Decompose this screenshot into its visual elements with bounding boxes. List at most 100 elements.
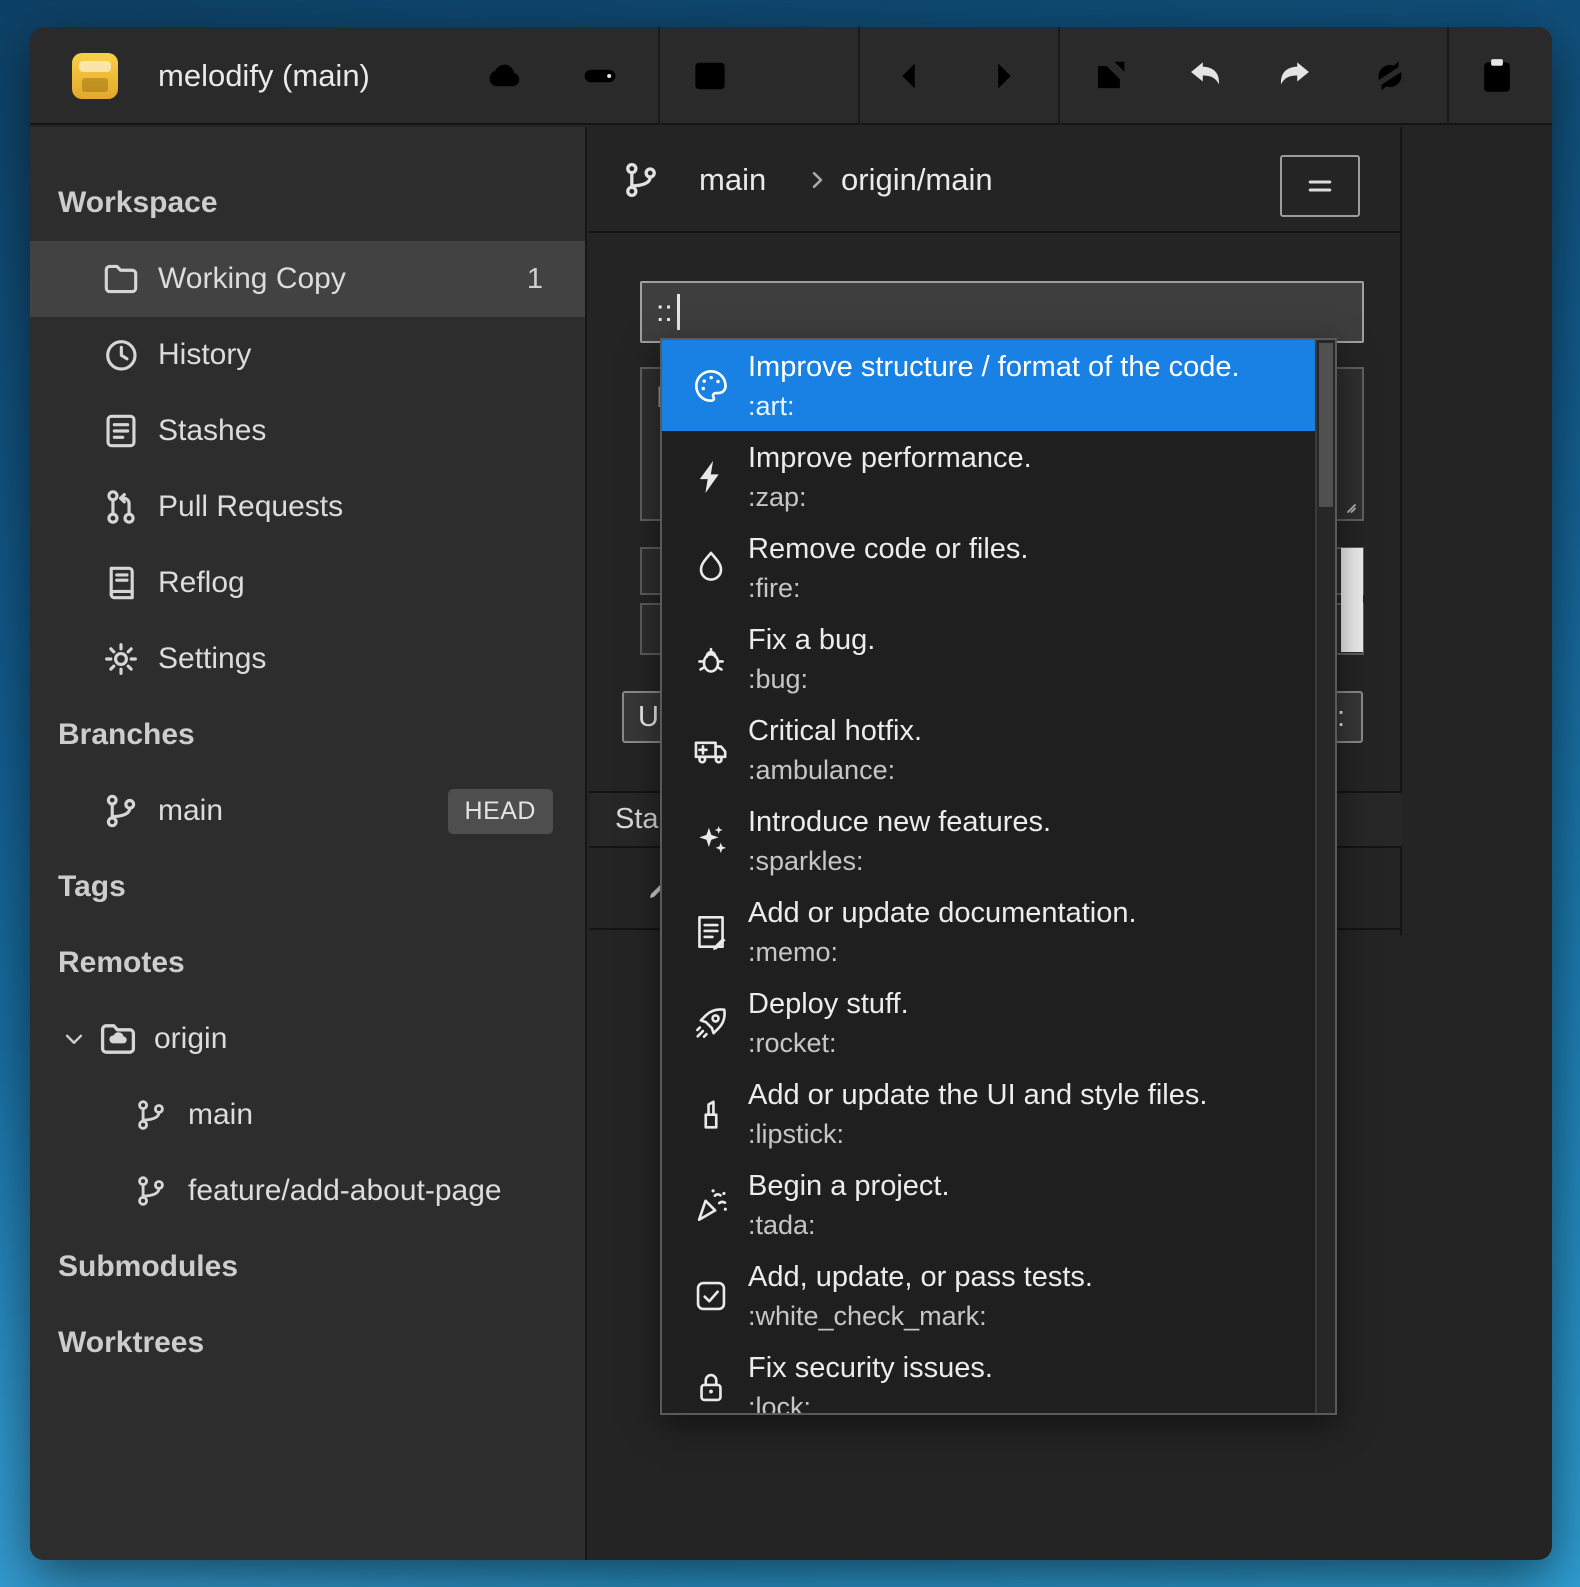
sync-icon[interactable]: [1368, 54, 1412, 98]
gitmoji-autocomplete: Improve structure / format of the code.:…: [660, 338, 1337, 1415]
checkout-icon[interactable]: [688, 54, 732, 98]
stashes-icon: [100, 410, 142, 452]
redo-icon[interactable]: [1273, 54, 1317, 98]
menu-button[interactable]: [1280, 155, 1360, 217]
commit-summary-input[interactable]: ::: [640, 281, 1364, 343]
autocomplete-item-title: Begin a project.: [748, 1166, 950, 1207]
rocket-icon: [690, 1002, 732, 1044]
autocomplete-item-tada[interactable]: Begin a project.:tada:: [662, 1159, 1315, 1250]
sidebar: WorkspaceWorking Copy1HistoryStashesPull…: [30, 127, 587, 1560]
chevron-right-icon: [803, 166, 831, 194]
autocomplete-item-code: :tada:: [748, 1207, 950, 1244]
autocomplete-item-art[interactable]: Improve structure / format of the code.:…: [662, 340, 1315, 431]
breadcrumb-upstream[interactable]: origin/main: [841, 127, 993, 233]
toolbar-separator: [658, 27, 660, 125]
clipboard-icon[interactable]: [1475, 54, 1519, 98]
branch-icon: [132, 1172, 170, 1210]
tada-icon: [690, 1184, 732, 1226]
autocomplete-item-fire[interactable]: Remove code or files.:fire:: [662, 522, 1315, 613]
reflog-icon: [100, 562, 142, 604]
sidebar-item-history[interactable]: History: [30, 317, 585, 393]
sidebar-item-main[interactable]: mainHEAD: [30, 773, 585, 849]
sidebar-item-reflog[interactable]: Reflog: [30, 545, 585, 621]
sidebar-item-pull-requests[interactable]: Pull Requests: [30, 469, 585, 545]
autocomplete-item-rocket[interactable]: Deploy stuff.:rocket:: [662, 977, 1315, 1068]
branch-icon: [100, 790, 142, 832]
lock-icon: [690, 1366, 732, 1408]
autocomplete-item-sparkles[interactable]: Introduce new features.:sparkles:: [662, 795, 1315, 886]
zap-icon: [690, 456, 732, 498]
autocomplete-item-code: :rocket:: [748, 1025, 909, 1062]
titlebar: melodify (main): [30, 27, 1552, 125]
sidebar-item-feature-add-about-page[interactable]: feature/add-about-page: [30, 1153, 585, 1229]
memo-icon: [690, 911, 732, 953]
autocomplete-item-lock[interactable]: Fix security issues.:lock:: [662, 1341, 1315, 1413]
art-icon: [690, 365, 732, 407]
autocomplete-item-lipstick[interactable]: Add or update the UI and style files.:li…: [662, 1068, 1315, 1159]
autocomplete-item-code: :white_check_mark:: [748, 1298, 1093, 1335]
sidebar-item-origin[interactable]: origin: [30, 1001, 585, 1077]
breadcrumb-branch[interactable]: main: [699, 127, 766, 233]
undo-icon[interactable]: [1183, 54, 1227, 98]
chevron-down-icon[interactable]: [58, 1023, 90, 1055]
gear-icon: [100, 638, 142, 680]
autocomplete-item-title: Add or update the UI and style files.: [748, 1075, 1207, 1116]
autocomplete-item-code: :fire:: [748, 570, 1028, 607]
autocomplete-item-title: Improve structure / format of the code.: [748, 347, 1240, 388]
sidebar-section-worktrees: Worktrees: [30, 1305, 585, 1381]
autocomplete-item-title: Add, update, or pass tests.: [748, 1257, 1093, 1298]
autocomplete-item-title: Add or update documentation.: [748, 893, 1137, 934]
autocomplete-scrollbar[interactable]: [1315, 340, 1335, 1413]
sidebar-item-working-copy[interactable]: Working Copy1: [30, 241, 585, 317]
sidebar-item-settings[interactable]: Settings: [30, 621, 585, 697]
autocomplete-item-code: :memo:: [748, 934, 1137, 971]
lipstick-icon: [690, 1093, 732, 1135]
commit-topbar: main origin/main: [589, 127, 1402, 233]
commit-action-label: :: [1337, 701, 1345, 734]
cloud-icon[interactable]: [483, 54, 527, 98]
sidebar-section-remotes: Remotes: [30, 925, 585, 1001]
branch-icon: [132, 1096, 170, 1134]
app-window: melodify (main) WorkspaceWorking Copy1Hi…: [30, 27, 1552, 1560]
unstage-button-label: U: [638, 701, 659, 734]
forward-icon[interactable]: [981, 54, 1025, 98]
autocomplete-item-white_check_mark[interactable]: Add, update, or pass tests.:white_check_…: [662, 1250, 1315, 1341]
autocomplete-item-ambulance[interactable]: Critical hotfix.:ambulance:: [662, 704, 1315, 795]
autocomplete-item-memo[interactable]: Add or update documentation.:memo:: [662, 886, 1315, 977]
toolbar-separator: [1058, 27, 1060, 125]
sidebar-section-submodules: Submodules: [30, 1229, 585, 1305]
autocomplete-item-bug[interactable]: Fix a bug.:bug:: [662, 613, 1315, 704]
history-icon: [100, 334, 142, 376]
sparkles-icon: [690, 820, 732, 862]
autocomplete-item-zap[interactable]: Improve performance.:zap:: [662, 431, 1315, 522]
share-icon[interactable]: [1088, 54, 1132, 98]
autocomplete-item-code: :bug:: [748, 661, 875, 698]
hamburger-icon: [1302, 168, 1338, 204]
autocomplete-item-title: Remove code or files.: [748, 529, 1028, 570]
autocomplete-item-title: Deploy stuff.: [748, 984, 909, 1025]
branch-icon: [619, 158, 663, 202]
head-badge: HEAD: [448, 789, 553, 834]
sidebar-section-tags: Tags: [30, 849, 585, 925]
drive-icon[interactable]: [578, 54, 622, 98]
scrollbar-thumb-white[interactable]: [1341, 548, 1363, 652]
autocomplete-item-code: :ambulance:: [748, 752, 922, 789]
app-logo-icon: [72, 53, 118, 99]
summary-text: ::: [656, 295, 673, 329]
autocomplete-item-title: Fix security issues.: [748, 1348, 993, 1389]
window-title: melodify (main): [158, 27, 370, 125]
resize-grip-icon[interactable]: [1334, 491, 1358, 515]
ambulance-icon: [690, 729, 732, 771]
sidebar-section-workspace: Workspace: [30, 165, 585, 241]
autocomplete-item-title: Fix a bug.: [748, 620, 875, 661]
wand-icon[interactable]: [783, 54, 827, 98]
autocomplete-item-code: :zap:: [748, 479, 1032, 516]
scrollbar-thumb[interactable]: [1319, 343, 1333, 507]
autocomplete-item-title: Introduce new features.: [748, 802, 1051, 843]
sidebar-item-main[interactable]: main: [30, 1077, 585, 1153]
sidebar-item-stashes[interactable]: Stashes: [30, 393, 585, 469]
count-badge: 1: [527, 263, 543, 296]
autocomplete-item-title: Improve performance.: [748, 438, 1032, 479]
toolbar-separator: [1447, 27, 1449, 125]
back-icon[interactable]: [888, 54, 932, 98]
